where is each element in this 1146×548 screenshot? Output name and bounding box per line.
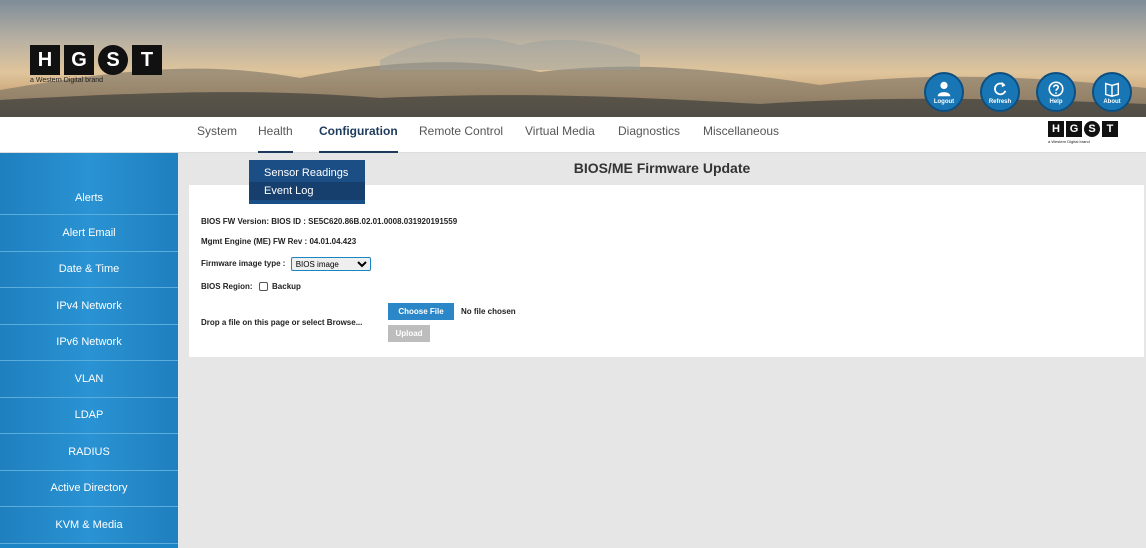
sidebar-item-ldap[interactable]: LDAP [0, 397, 178, 434]
nav-diagnostics[interactable]: Diagnostics [618, 117, 680, 153]
header-banner: H G S T a Western Digital brand Logout R… [0, 0, 1146, 117]
sidebar-item-alerts[interactable]: Alerts [0, 153, 178, 215]
logo-letter: S [98, 45, 128, 75]
about-label: About [1103, 98, 1121, 105]
me-fw-rev: Mgmt Engine (ME) FW Rev : 04.01.04.423 [201, 237, 357, 246]
logo-letter: H [30, 45, 60, 75]
brand-logo: H G S T a Western Digital brand [30, 45, 162, 84]
logo-letter: S [1084, 121, 1100, 137]
sidebar-item-ipv4-network[interactable]: IPv4 Network [0, 288, 178, 325]
refresh-label: Refresh [988, 98, 1012, 105]
firmware-type-row: Firmware image type : BIOS image [201, 257, 371, 271]
sidebar: Alerts Alert Email Date & Time IPv4 Netw… [0, 153, 178, 548]
backup-checkbox[interactable] [258, 282, 268, 292]
nav-remote-control[interactable]: Remote Control [419, 117, 503, 153]
logo-letter: H [1048, 121, 1064, 137]
firmware-type-select[interactable]: BIOS image [290, 257, 371, 271]
menu-item-event-log[interactable]: Event Log [249, 182, 365, 200]
logout-button[interactable]: Logout [924, 72, 964, 112]
nav-health[interactable]: Health [258, 117, 293, 153]
logo-letter: T [132, 45, 162, 75]
sidebar-item-vlan[interactable]: VLAN [0, 361, 178, 398]
refresh-icon [994, 81, 1007, 95]
choose-file-button[interactable]: Choose File [388, 303, 454, 320]
logout-label: Logout [933, 98, 955, 105]
backup-label: Backup [272, 282, 301, 291]
top-toolbar: Logout Refresh Help About [924, 72, 1132, 112]
refresh-button[interactable]: Refresh [980, 72, 1020, 112]
help-button[interactable]: Help [1036, 72, 1076, 112]
firmware-type-label: Firmware image type : [201, 259, 286, 269]
brand-tagline: a Western Digital brand [30, 77, 104, 84]
nav-miscellaneous[interactable]: Miscellaneous [703, 117, 779, 153]
sidebar-item-radius[interactable]: RADIUS [0, 434, 178, 471]
sidebar-item-ipv6-network[interactable]: IPv6 Network [0, 324, 178, 361]
logo-letter: T [1102, 121, 1118, 137]
sidebar-item-active-directory[interactable]: Active Directory [0, 470, 178, 507]
health-dropdown-menu: Sensor Readings Event Log [249, 160, 365, 204]
sidebar-item-kvm-media[interactable]: KVM & Media [0, 507, 178, 544]
help-label: Help [1049, 98, 1063, 105]
nav-system[interactable]: System [197, 117, 237, 153]
main-content: BIOS/ME Firmware Update BIOS FW Version:… [178, 153, 1146, 548]
sidebar-item-date-time[interactable]: Date & Time [0, 251, 178, 288]
book-icon [1104, 82, 1120, 97]
upload-button: Upload [388, 325, 430, 342]
logo-letter: G [1066, 121, 1082, 137]
nav-configuration[interactable]: Configuration [319, 117, 398, 153]
nav-virtual-media[interactable]: Virtual Media [525, 117, 595, 153]
brand-tagline: a Western Digital brand [1048, 139, 1090, 144]
help-icon [1048, 80, 1064, 97]
drop-label: Drop a file on this page or select Brows… [201, 318, 363, 327]
no-file-chosen: No file chosen [461, 307, 516, 316]
menu-item-sensor-readings[interactable]: Sensor Readings [249, 164, 365, 182]
main-nav: System Health Configuration Remote Contr… [0, 117, 1146, 153]
sidebar-item-alert-email[interactable]: Alert Email [0, 215, 178, 252]
logo-letter: G [64, 45, 94, 75]
user-logout-icon [937, 81, 951, 96]
bios-region-row: BIOS Region: Backup [201, 282, 301, 292]
bios-region-label: BIOS Region: [201, 282, 253, 291]
about-button[interactable]: About [1092, 72, 1132, 112]
firmware-update-panel: BIOS FW Version: BIOS ID : SE5C620.86B.0… [189, 185, 1144, 357]
bios-fw-version: BIOS FW Version: BIOS ID : SE5C620.86B.0… [201, 217, 458, 226]
nav-brand-logo: H G S T a Western Digital brand [1048, 121, 1118, 144]
